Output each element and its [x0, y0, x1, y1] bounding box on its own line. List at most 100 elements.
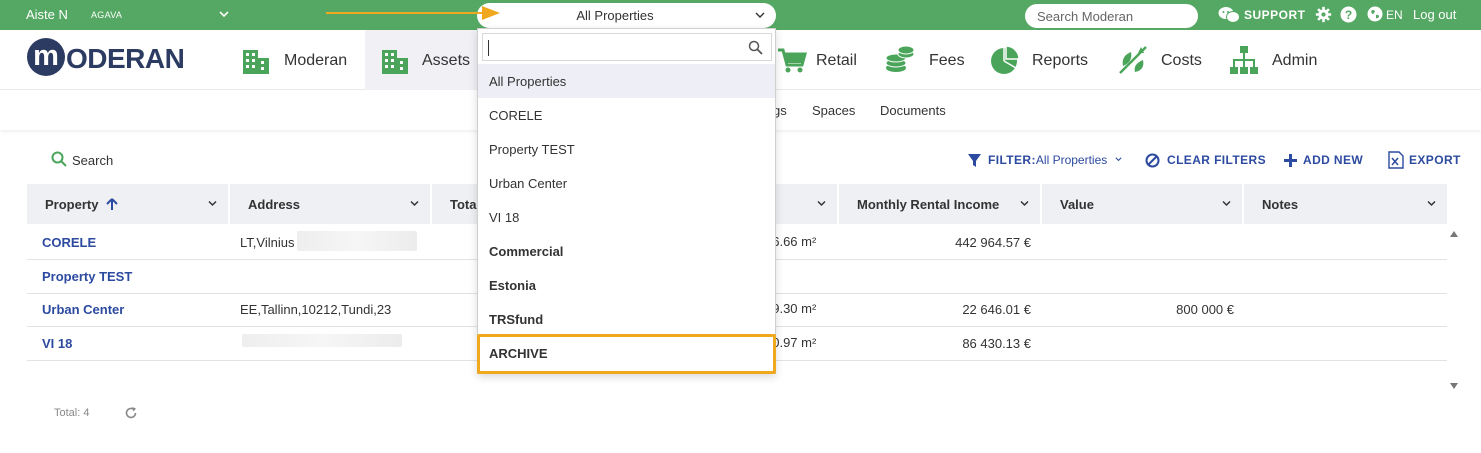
filter-value: All Properties — [1035, 153, 1108, 167]
nav-label: Assets — [422, 52, 471, 69]
add-new-button[interactable]: ADD NEW — [1303, 153, 1363, 167]
income-cell: 86 430.13 € — [962, 336, 1031, 351]
total-count: Total: 4 — [54, 407, 90, 419]
property-link[interactable]: CORELE — [42, 235, 96, 250]
top-bar: Aiste N AGAVA All Properties Search Mode… — [0, 0, 1481, 30]
column-header-notes[interactable]: Notes — [1244, 184, 1447, 224]
address-cell: LT,Vilnius — [240, 235, 295, 250]
dropdown-option-all-properties[interactable]: All Properties — [478, 64, 775, 98]
nav-label: Fees — [929, 52, 965, 69]
dropdown-option-urban-center[interactable]: Urban Center — [478, 166, 775, 200]
svg-text:?: ? — [1345, 8, 1352, 22]
dropdown-option-estonia[interactable]: Estonia — [478, 268, 775, 302]
cart-icon — [778, 48, 807, 73]
filter-icon — [968, 154, 981, 167]
refresh-icon[interactable] — [124, 406, 138, 420]
nav-item-moderan[interactable]: Moderan — [232, 30, 362, 90]
building-icon — [243, 50, 269, 74]
column-label: Total — [450, 197, 481, 212]
chevron-down-icon[interactable] — [1426, 198, 1437, 209]
annotation-highlight-box — [477, 334, 776, 374]
gear-icon[interactable] — [1315, 6, 1332, 23]
nav-label: Reports — [1032, 52, 1089, 69]
chevron-down-icon[interactable] — [816, 198, 827, 209]
chevron-down-icon[interactable] — [1019, 198, 1030, 209]
export-button[interactable]: EXPORT — [1409, 153, 1461, 167]
coins-icon — [885, 45, 915, 72]
search-icon[interactable] — [51, 151, 67, 167]
column-header-property[interactable]: Property — [27, 184, 230, 224]
annotation-arrow-icon — [326, 6, 500, 20]
scroll-down-icon[interactable] — [1450, 383, 1458, 389]
column-label: Notes — [1262, 197, 1299, 212]
filter-button[interactable]: FILTER:All Properties — [988, 153, 1123, 167]
table-search-button[interactable]: Search — [72, 153, 113, 168]
globe-icon[interactable] — [1367, 6, 1383, 22]
redacted-text — [297, 231, 417, 251]
column-label: Value — [1060, 197, 1094, 212]
dropdown-option-corele[interactable]: CORELE — [478, 98, 775, 132]
column-label: Property — [45, 197, 118, 212]
pie-chart-icon — [991, 45, 1020, 74]
user-name[interactable]: Aiste N — [26, 7, 68, 22]
subnav-item-documents[interactable]: Documents — [880, 103, 946, 118]
chevron-down-icon[interactable] — [409, 198, 420, 209]
nav-label: Admin — [1272, 52, 1318, 69]
help-icon[interactable]: ? — [1340, 6, 1357, 23]
dropdown-option-commercial[interactable]: Commercial — [478, 234, 775, 268]
sort-ascending-icon — [106, 198, 118, 210]
plus-icon — [1284, 154, 1297, 167]
column-label: Monthly Rental Income — [857, 197, 1000, 212]
leaf-percent-icon — [1119, 46, 1147, 74]
column-label: Address — [248, 197, 301, 212]
global-search-input[interactable]: Search Moderan — [1025, 4, 1198, 28]
income-cell: 22 646.01 € — [962, 302, 1031, 317]
property-dropdown: All Properties CORELE Property TEST Urba… — [477, 28, 776, 374]
chevron-down-icon[interactable] — [207, 198, 218, 209]
nav-item-reports[interactable]: Reports — [989, 30, 1099, 90]
nav-item-assets[interactable]: Assets — [365, 30, 477, 90]
logo-wordmark[interactable]: ODERAN — [66, 43, 185, 75]
scroll-up-icon[interactable] — [1450, 231, 1458, 237]
dropdown-option-property-test[interactable]: Property TEST — [478, 132, 775, 166]
property-link[interactable]: Urban Center — [42, 302, 124, 317]
nav-item-fees[interactable]: Fees — [884, 30, 974, 90]
support-link[interactable]: SUPPORT — [1244, 8, 1306, 22]
nav-label: Retail — [816, 52, 857, 69]
org-chart-icon — [1230, 46, 1258, 74]
clear-filters-button[interactable]: CLEAR FILTERS — [1167, 153, 1266, 167]
column-header-monthly-rental-income[interactable]: Monthly Rental Income — [839, 184, 1042, 224]
chevron-down-icon[interactable] — [218, 8, 230, 20]
chevron-down-icon — [755, 12, 765, 18]
company-selector[interactable]: AGAVA — [91, 10, 122, 20]
dropdown-option-vi-18[interactable]: VI 18 — [478, 200, 775, 234]
property-selector-value: All Properties — [576, 8, 654, 23]
search-icon — [748, 40, 763, 55]
nav-item-admin[interactable]: Admin — [1228, 30, 1328, 90]
chevron-down-icon — [1115, 157, 1122, 162]
building-icon — [382, 50, 408, 74]
text-cursor — [488, 40, 489, 56]
property-link[interactable]: VI 18 — [42, 336, 72, 351]
redacted-text — [242, 334, 402, 347]
nav-item-retail[interactable]: Retail — [776, 30, 866, 90]
filter-label: FILTER: — [988, 153, 1036, 167]
nav-item-costs[interactable]: Costs — [1117, 30, 1207, 90]
column-header-value[interactable]: Value — [1042, 184, 1244, 224]
chevron-down-icon[interactable] — [1221, 198, 1232, 209]
excel-export-icon — [1388, 151, 1404, 169]
logout-link[interactable]: Log out — [1413, 7, 1456, 22]
chat-bubbles-icon[interactable] — [1218, 6, 1240, 24]
column-header-address[interactable]: Address — [230, 184, 432, 224]
property-selector[interactable]: All Properties — [477, 3, 776, 28]
income-cell: 442 964.57 € — [955, 235, 1031, 250]
address-cell: EE,Tallinn,10212,Tundi,23 — [240, 302, 392, 317]
dropdown-search-input[interactable] — [482, 33, 772, 61]
dropdown-option-trsfund[interactable]: TRSfund — [478, 302, 775, 336]
logo-icon[interactable]: m — [27, 38, 65, 76]
clear-icon — [1145, 153, 1160, 168]
subnav-item-spaces[interactable]: Spaces — [812, 103, 855, 118]
value-cell: 800 000 € — [1176, 302, 1234, 317]
property-link[interactable]: Property TEST — [42, 269, 132, 284]
language-selector[interactable]: EN — [1386, 8, 1403, 22]
